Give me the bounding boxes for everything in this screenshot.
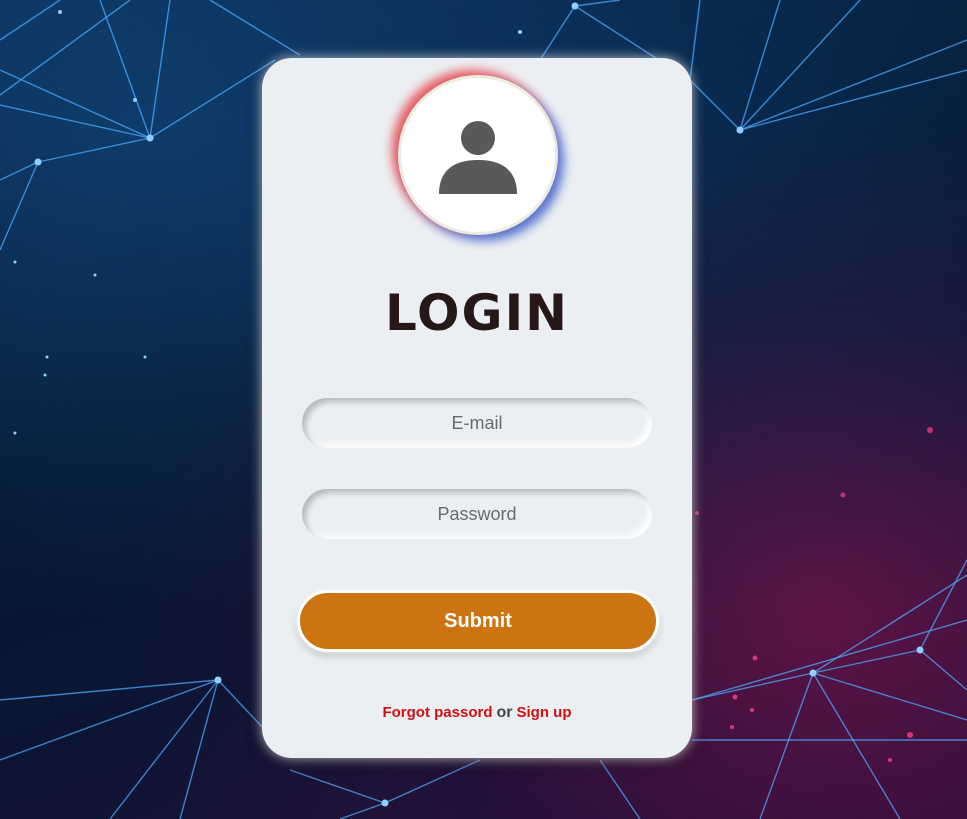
submit-button[interactable]: Submit: [297, 590, 659, 652]
email-field[interactable]: [302, 398, 652, 448]
auth-links: Forgot passord or Sign up: [262, 704, 692, 722]
page-title: LOGIN: [384, 284, 570, 342]
forgot-password-link[interactable]: Forgot passord: [382, 704, 492, 721]
or-text: or: [496, 704, 513, 721]
sign-up-link[interactable]: Sign up: [517, 704, 572, 721]
user-icon: [439, 121, 517, 194]
password-field[interactable]: [302, 489, 652, 539]
login-card: LOGIN Submit Forgot passordorSign up: [262, 58, 692, 758]
avatar: [398, 75, 558, 235]
